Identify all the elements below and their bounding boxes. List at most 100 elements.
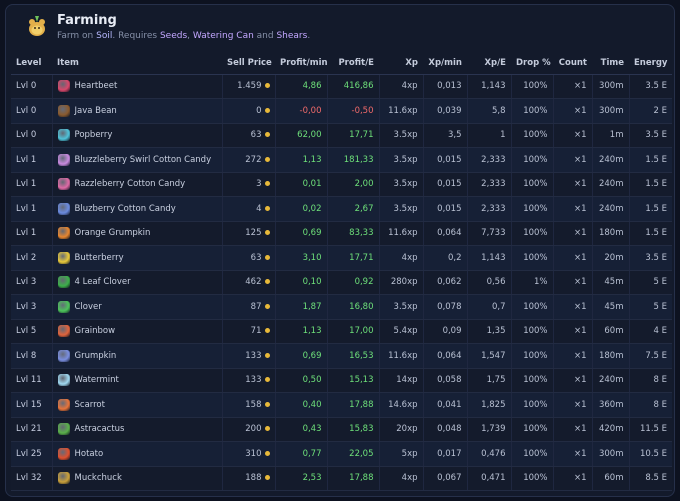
table-row[interactable]: Lvl 1 Bluzberry Cotton Candy 4 0,02 2,67 3.5x…	[11, 196, 672, 222]
cell-drop: 100%	[511, 172, 554, 197]
cell-level: Lvl 21	[11, 417, 53, 442]
sell-price-value: 158	[245, 399, 262, 410]
cell-item[interactable]: Scarrot	[52, 392, 223, 418]
cell-profit-e: 83,33	[327, 221, 380, 246]
cell-time: 60m	[592, 466, 630, 491]
table-body: Lvl 0 Heartbeet 1.459 4,86 416,86 4xp 0,013 1,1…	[11, 74, 672, 491]
cell-item[interactable]: Bluzzleberry Swirl Cotton Candy	[52, 147, 223, 173]
table-row[interactable]: Lvl 2 Butterberry 63 3,10 17,71 4xp 0,2 1,143 10…	[11, 245, 672, 271]
cell-profit-e: 16,80	[327, 294, 380, 320]
cell-xp-e: 0,476	[467, 441, 512, 467]
cell-item[interactable]: Razzleberry Cotton Candy	[52, 172, 223, 197]
table-row[interactable]: Lvl 11 Watermint 133 0,50 15,13 14xp 0,058 1,75…	[11, 368, 672, 393]
cell-item[interactable]: 4 Leaf Clover	[52, 270, 223, 295]
table-row[interactable]: Lvl 1 Orange Grumpkin 125 0,69 83,33 11.6xp 0,…	[11, 221, 672, 246]
col-profit-e[interactable]: Profit/E	[327, 53, 379, 75]
cell-item[interactable]: Clover	[52, 294, 223, 320]
req-seeds[interactable]: Seeds	[160, 31, 187, 41]
cell-level: Lvl 1	[11, 147, 53, 173]
cell-item[interactable]: Muckchuck	[52, 466, 223, 491]
cell-energy: 10.5 E	[629, 441, 672, 467]
cell-level: Lvl 15	[11, 392, 53, 418]
table-row[interactable]: Lvl 1 Bluzzleberry Swirl Cotton Candy 272 1…	[11, 147, 672, 173]
cell-sell-price: 125	[222, 221, 276, 246]
col-profit-min[interactable]: Profit/min	[275, 53, 328, 75]
cell-item[interactable]: Grumpkin	[52, 343, 223, 369]
cell-xp-e: 1,739	[467, 417, 512, 442]
col-time[interactable]: Time	[592, 53, 629, 75]
coin-icon	[264, 156, 270, 162]
cell-xp-e: 2,333	[467, 147, 512, 173]
cell-item[interactable]: Bluzberry Cotton Candy	[52, 196, 223, 222]
sell-price-value: 63	[250, 252, 262, 263]
cell-count: ×1	[553, 368, 593, 393]
cell-profit-min: 1,87	[275, 294, 328, 320]
col-xp-min[interactable]: Xp/min	[423, 53, 467, 75]
sell-price-value: 462	[245, 277, 262, 288]
cell-count: ×1	[553, 294, 593, 320]
table-row[interactable]: Lvl 15 Scarrot 158 0,40 17,88 14.6xp 0,041 1,82…	[11, 392, 672, 418]
cell-item[interactable]: Popberry	[52, 123, 223, 148]
table-row[interactable]: Lvl 0 Java Bean 0 -0,00 -0,50 11.6xp 0,039 5,8 1…	[11, 98, 672, 124]
table-row[interactable]: Lvl 0 Heartbeet 1.459 4,86 416,86 4xp 0,013 1,1…	[11, 74, 672, 99]
table-row[interactable]: Lvl 3 Clover 87 1,87 16,80 3.5xp 0,078 0,7 100% ×…	[11, 294, 672, 320]
cell-time: 420m	[592, 417, 630, 442]
cell-item[interactable]: Astracactus	[52, 417, 223, 442]
coin-icon	[264, 181, 270, 187]
cell-xp: 14.6xp	[379, 392, 424, 418]
cell-profit-e: 416,86	[327, 74, 380, 99]
col-xp[interactable]: Xp	[379, 53, 423, 75]
cell-profit-min: 0,43	[275, 417, 328, 442]
cell-xp-e: 1,75	[467, 368, 512, 393]
table-row[interactable]: Lvl 32 Muckchuck 188 2,53 17,88 4xp 0,067 0,471…	[11, 466, 672, 491]
cell-xp: 11.6xp	[379, 343, 424, 369]
cell-xp-e: 1,825	[467, 392, 512, 418]
cell-level: Lvl 25	[11, 441, 53, 467]
cell-energy: 5 E	[629, 294, 672, 320]
col-xp-e[interactable]: Xp/E	[467, 53, 511, 75]
cell-item[interactable]: Java Bean	[52, 98, 223, 124]
req-shears[interactable]: Shears	[276, 31, 307, 41]
cell-xp-e: 1	[467, 123, 512, 148]
item-icon	[57, 153, 70, 166]
cell-item[interactable]: Grainbow	[52, 319, 223, 344]
cell-xp-min: 0,013	[423, 74, 468, 99]
table-row[interactable]: Lvl 3 4 Leaf Clover 462 0,10 0,92 280xp 0,062 0…	[11, 270, 672, 295]
col-drop[interactable]: Drop %	[511, 53, 553, 75]
cell-profit-e: 2,67	[327, 196, 380, 222]
coin-icon	[264, 279, 270, 285]
req-watering-can[interactable]: Watering Can	[193, 31, 254, 41]
cell-item[interactable]: Hotato	[52, 441, 223, 467]
table-row[interactable]: Lvl 8 Grumpkin 133 0,69 16,53 11.6xp 0,064 1,54…	[11, 343, 672, 369]
location-soil[interactable]: Soil	[96, 31, 112, 41]
col-energy[interactable]: Energy	[629, 53, 672, 75]
cell-level: Lvl 0	[11, 123, 53, 148]
cell-xp-e: 1,35	[467, 319, 512, 344]
cell-count: ×1	[553, 343, 593, 369]
cell-item[interactable]: Heartbeet	[52, 74, 223, 99]
item-name: Orange Grumpkin	[74, 228, 151, 239]
cell-time: 180m	[592, 343, 630, 369]
cell-xp-min: 0,09	[423, 319, 468, 344]
item-name: Bluzzleberry Swirl Cotton Candy	[74, 154, 212, 165]
col-level[interactable]: Level	[11, 53, 52, 75]
table-row[interactable]: Lvl 5 Grainbow 71 1,13 17,00 5.4xp 0,09 1,35 100…	[11, 319, 672, 344]
cell-count: ×1	[553, 417, 593, 442]
cell-profit-e: 16,53	[327, 343, 380, 369]
cell-item[interactable]: Watermint	[52, 368, 223, 393]
table-row[interactable]: Lvl 21 Astracactus 200 0,43 15,83 20xp 0,048 1,…	[11, 417, 672, 442]
cell-item[interactable]: Butterberry	[52, 245, 223, 271]
col-sell-price[interactable]: Sell Price	[222, 53, 275, 75]
cell-energy: 11.5 E	[629, 417, 672, 442]
coin-icon	[264, 377, 270, 383]
item-name: Heartbeet	[74, 81, 118, 92]
col-count[interactable]: Count	[553, 53, 592, 75]
cell-profit-min: 0,10	[275, 270, 328, 295]
item-icon	[57, 251, 70, 264]
table-row[interactable]: Lvl 0 Popberry 63 62,00 17,71 3.5xp 3,5 1 100% ×1…	[11, 123, 672, 148]
table-row[interactable]: Lvl 25 Hotato 310 0,77 22,05 5xp 0,017 0,476 100…	[11, 441, 672, 467]
cell-item[interactable]: Orange Grumpkin	[52, 221, 223, 246]
table-row[interactable]: Lvl 1 Razzleberry Cotton Candy 3 0,01 2,00 3.…	[11, 172, 672, 197]
cell-xp: 5.4xp	[379, 319, 424, 344]
col-item[interactable]: Item	[52, 53, 222, 75]
